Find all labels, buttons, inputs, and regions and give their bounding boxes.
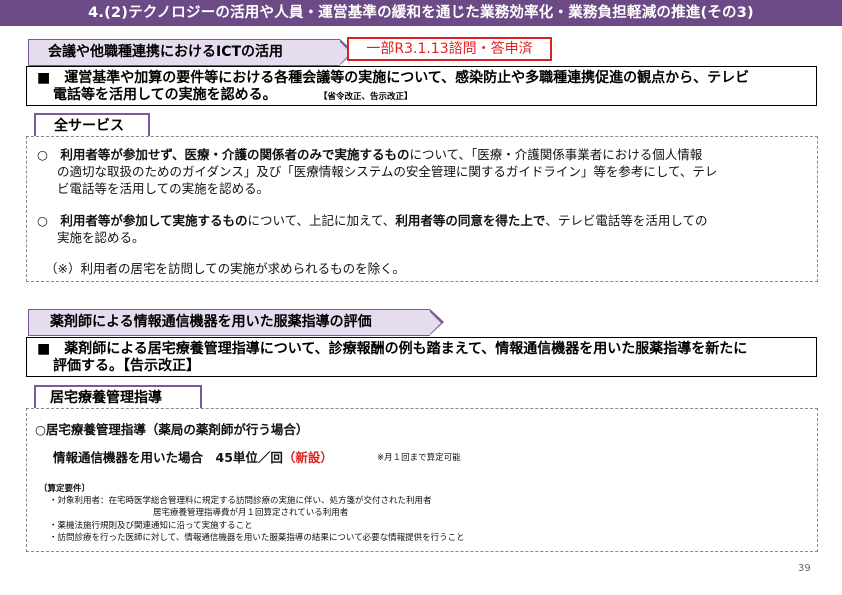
section2-summary-line2: 評価する。【告示改正】 <box>53 358 200 374</box>
requirement-3: ・訪問診療を行った医師に対して、情報通信機器を用いた服薬指導の結果について必要な… <box>49 533 465 543</box>
item1-line2: の適切な取扱のためのガイダンス」及び「医療情報システムの安全管理に関するガイドラ… <box>57 164 718 179</box>
fee-line: 情報通信機器を用いた場合 45単位／回（新設） <box>53 449 333 466</box>
item2-line2: 実施を認める。 <box>57 230 145 245</box>
section2-summary-line1: ■ 薬剤師による居宅療養管理指導について、診療報酬の例も踏まえて、情報通信機器を… <box>37 341 748 357</box>
item-title: ○居宅療養管理指導（薬局の薬剤師が行う場合） <box>35 422 309 437</box>
section1-tag-label: 会議や他職種連携におけるICTの活用 <box>48 44 284 60</box>
item2-line1: ○ 利用者等が参加して実施するものについて、上記に加えて、利用者等の同意を得た上… <box>37 212 707 229</box>
section2-detail-box: ○居宅療養管理指導（薬局の薬剤師が行う場合） 情報通信機器を用いた場合 45単位… <box>26 408 818 552</box>
item2-bold2: 利用者等の同意を得た上で <box>395 213 546 228</box>
item2-lead: ○ 利用者等が参加して実施するもの <box>37 213 248 228</box>
section1-summary-line1: ■ 運営基準や加算の要件等における各種会議等の実施について、感染防止や多職種連携… <box>37 70 750 86</box>
item1-line3: ビ電話等を活用しての実施を認める。 <box>57 181 270 196</box>
section1-summary-box: ■ 運営基準や加算の要件等における各種会議等の実施について、感染防止や多職種連携… <box>26 66 817 106</box>
item2-mid: について、上記に加えて、 <box>247 213 396 228</box>
status-badge: 一部R3.1.13諮問・答申済 <box>347 37 552 61</box>
item1-lead: ○ 利用者等が参加せず、医療・介護の関係者のみで実施するもの <box>37 147 410 162</box>
section2-summary-box: ■ 薬剤師による居宅療養管理指導について、診療報酬の例も踏まえて、情報通信機器を… <box>26 337 817 377</box>
scope-label-home-care: 居宅療養管理指導 <box>34 385 202 410</box>
scope-label-all-services: 全サービス <box>34 113 150 138</box>
item1-rest: について、「医療・介護関係事業者における個人情報 <box>409 147 703 162</box>
item2-rest: 、テレビ電話等を活用しての <box>545 213 708 228</box>
page-title: 4.(2)テクノロジーの活用や人員・運営基準の緩和を通じた業務効率化・業務負担軽… <box>88 5 754 21</box>
fee-text: 情報通信機器を用いた場合 45単位／回 <box>53 450 283 465</box>
item1-line1: ○ 利用者等が参加せず、医療・介護の関係者のみで実施するものについて、「医療・介… <box>37 146 702 163</box>
tag-arrow-tip-fill <box>429 310 441 335</box>
section1-detail-box: ○ 利用者等が参加せず、医療・介護の関係者のみで実施するものについて、「医療・介… <box>26 136 818 282</box>
fee-note: ※月１回まで算定可能 <box>377 453 461 463</box>
section1-summary-line2: 電話等を活用しての実施を認める。 <box>53 87 277 103</box>
section2-tag-label: 薬剤師による情報通信機器を用いた服薬指導の評価 <box>50 314 372 330</box>
section1-note: （※）利用者の居宅を訪問しての実施が求められるものを除く。 <box>45 261 406 276</box>
page-number: 39 <box>798 563 811 574</box>
requirement-1b: 居宅療養管理指導費が月１回算定されている利用者 <box>153 508 349 518</box>
section1-summary-note: 【省令改正、告示改正】 <box>319 92 413 102</box>
fee-new: （新設） <box>282 450 333 465</box>
